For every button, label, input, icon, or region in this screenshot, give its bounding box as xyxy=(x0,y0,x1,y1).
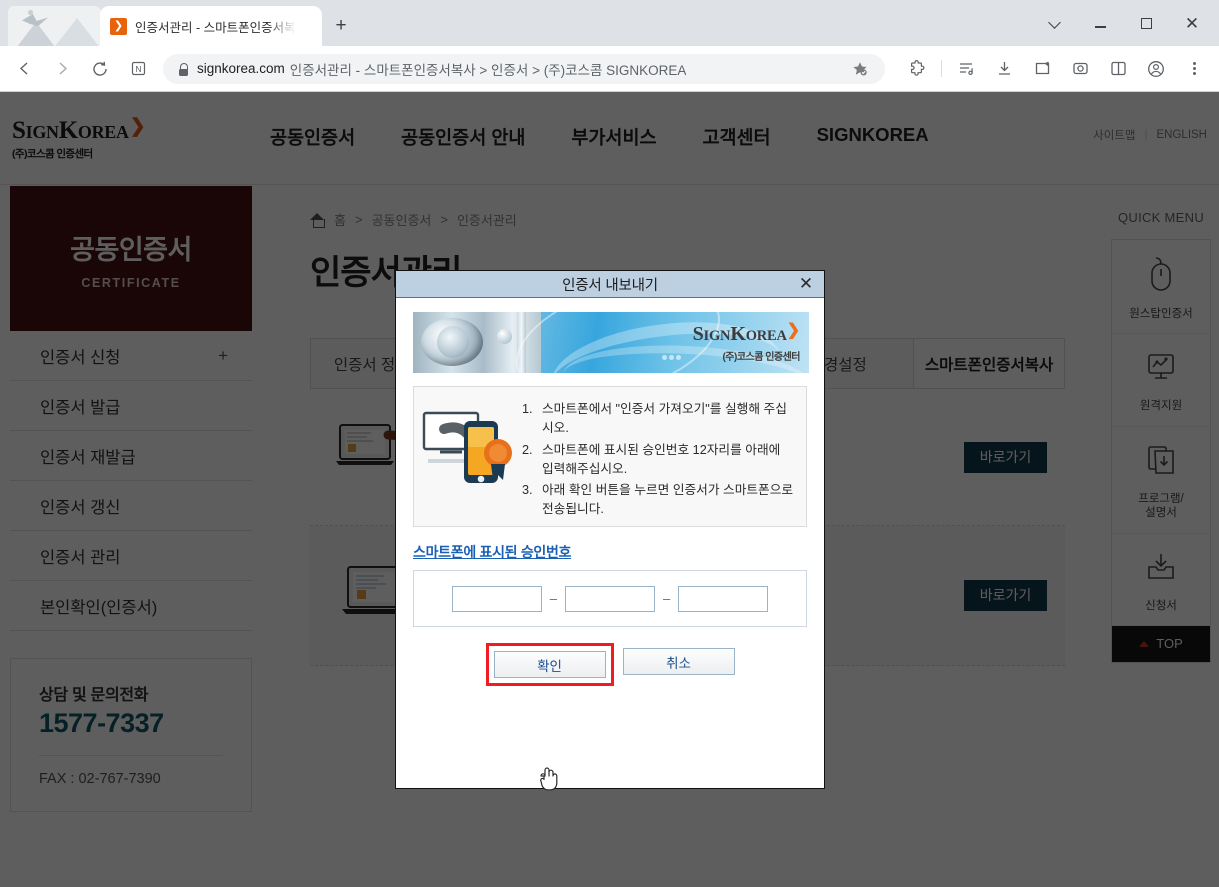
screen: 인증서관리 - 스마트폰인증서복 + ✕ N xyxy=(0,0,1219,887)
cast-icon[interactable] xyxy=(1027,54,1057,84)
instructions-list: 1. 스마트폰에서 "인증서 가져오기"를 실행해 주십시오. 2. 스마트폰에… xyxy=(520,400,795,522)
banner-logo-subtitle: (주)코스콤 인증센터 xyxy=(722,352,800,363)
instruction-number: 1. xyxy=(522,402,533,416)
approval-number-input-2[interactable] xyxy=(565,585,655,612)
banner-logo-orea: OREA xyxy=(745,328,787,344)
banner-logo-ign: IGN xyxy=(703,328,731,344)
hill-shape-left xyxy=(10,22,62,46)
window-controls: ✕ xyxy=(1031,8,1215,38)
dialog-title: 인증서 내보내기 xyxy=(562,277,658,294)
maximize-button[interactable] xyxy=(1123,8,1169,38)
banner-logo-wordmark: SIGNKOREA❯ xyxy=(692,322,801,346)
downloads-icon[interactable] xyxy=(989,54,1019,84)
instruction-text: 스마트폰에 표시된 승인번호 12자리를 아래에 입력해주십시오. xyxy=(542,442,781,476)
approval-number-label: 스마트폰에 표시된 승인번호 xyxy=(413,544,572,560)
instruction-item-1: 1. 스마트폰에서 "인증서 가져오기"를 실행해 주십시오. xyxy=(522,400,795,439)
dialog-banner: SIGNKOREA❯ (주)코스콤 인증센터 xyxy=(413,312,809,373)
bird-dot-icon xyxy=(28,10,33,15)
confirm-button-highlight: 확인 xyxy=(485,643,614,686)
approval-number-input-1[interactable] xyxy=(451,585,542,612)
instruction-item-3: 3. 아래 확인 버튼을 누르면 인증서가 스마트폰으로 전송됩니다. xyxy=(522,481,795,520)
new-tab-button[interactable]: + xyxy=(330,16,352,38)
url-domain: signkorea.com xyxy=(197,61,285,76)
forward-button[interactable] xyxy=(47,54,77,84)
omnibox-actions xyxy=(836,54,879,84)
browser-tabstrip: 인증서관리 - 스마트폰인증서복 + ✕ xyxy=(0,0,1219,46)
split-view-icon[interactable] xyxy=(1103,54,1133,84)
instruction-item-2: 2. 스마트폰에 표시된 승인번호 12자리를 아래에 입력해주십시오. xyxy=(522,441,795,480)
dialog-titlebar: 인증서 내보내기 ✕ xyxy=(396,271,824,298)
cancel-button[interactable]: 취소 xyxy=(622,648,735,675)
hill-shape-right xyxy=(46,18,102,46)
minimize-button[interactable] xyxy=(1077,8,1123,38)
reload-button[interactable] xyxy=(85,54,115,84)
instruction-text: 아래 확인 버튼을 누르면 인증서가 스마트폰으로 전송됩니다. xyxy=(542,483,794,517)
screenshot-icon[interactable] xyxy=(1065,54,1095,84)
dialog-body: SIGNKOREA❯ (주)코스콤 인증센터 1. 스마트폰에서 "인증서 가져… xyxy=(396,298,824,706)
input-separator: – xyxy=(549,591,557,606)
banner-logo: SIGNKOREA❯ (주)코스콤 인증센터 xyxy=(692,322,801,363)
close-icon[interactable]: ✕ xyxy=(795,273,817,295)
toolbar-separator xyxy=(941,60,942,77)
new-tab-page-icon[interactable]: N xyxy=(123,54,153,84)
instruction-text: 스마트폰에서 "인증서 가져오기"를 실행해 주십시오. xyxy=(542,402,787,436)
address-bar[interactable]: signkorea.com 인증서관리 - 스마트폰인증서복사 > 인증서 > … xyxy=(163,53,885,84)
lock-icon xyxy=(177,62,189,76)
monitor-to-phone-certificate-icon xyxy=(420,405,520,495)
profile-icon[interactable] xyxy=(1141,54,1171,84)
tab-title: 인증서관리 - 스마트폰인증서복 xyxy=(135,20,296,35)
svg-text:N: N xyxy=(135,64,141,74)
banner-knob-graphic xyxy=(497,329,512,344)
browser-menu-icon[interactable] xyxy=(1179,54,1209,84)
profile-avatar-theme[interactable] xyxy=(8,6,102,46)
extensions-icon[interactable] xyxy=(902,54,932,84)
tab-search-chevron-icon[interactable] xyxy=(1031,8,1077,38)
page-viewport: SIGNKOREA❯ (주)코스콤 인증센터 공동인증서 공동인증서 안내 부가… xyxy=(0,92,1219,887)
browser-tab[interactable]: 인증서관리 - 스마트폰인증서복 xyxy=(100,6,322,46)
browser-toolbar: N signkorea.com 인증서관리 - 스마트폰인증서복사 > 인증서 … xyxy=(0,46,1219,91)
banner-logo-arrow-icon: ❯ xyxy=(786,322,800,339)
banner-lens-inner-graphic xyxy=(437,326,469,358)
instruction-number: 3. xyxy=(522,483,533,498)
dialog-buttons: 확인 취소 xyxy=(413,643,807,706)
close-icon: ✕ xyxy=(1184,13,1200,33)
url-page-title: 인증서관리 - 스마트폰인증서복사 > 인증서 > (주)코스콤 SIGNKOR… xyxy=(289,62,687,78)
toolbar-actions xyxy=(893,54,1219,84)
approval-number-field-group: – – xyxy=(413,570,807,627)
close-window-button[interactable]: ✕ xyxy=(1169,8,1215,38)
input-separator: – xyxy=(663,591,671,606)
approval-number-input-3[interactable] xyxy=(678,585,769,612)
banner-dots-graphic xyxy=(661,348,682,373)
bookmark-star-icon[interactable] xyxy=(845,54,875,84)
instruction-number: 2. xyxy=(522,442,533,457)
signkorea-favicon-icon xyxy=(110,17,127,35)
instructions-panel: 1. 스마트폰에서 "인증서 가져오기"를 실행해 주십시오. 2. 스마트폰에… xyxy=(413,386,807,527)
export-certificate-dialog: 인증서 내보내기 ✕ SIGNKOREA❯ (주)코스콤 인증센터 1. 스마트… xyxy=(395,270,825,789)
banner-logo-s: S xyxy=(692,323,704,345)
reading-list-icon[interactable] xyxy=(951,54,981,84)
confirm-button[interactable]: 확인 xyxy=(493,651,606,678)
back-button[interactable] xyxy=(9,54,39,84)
banner-logo-k: K xyxy=(730,323,746,345)
